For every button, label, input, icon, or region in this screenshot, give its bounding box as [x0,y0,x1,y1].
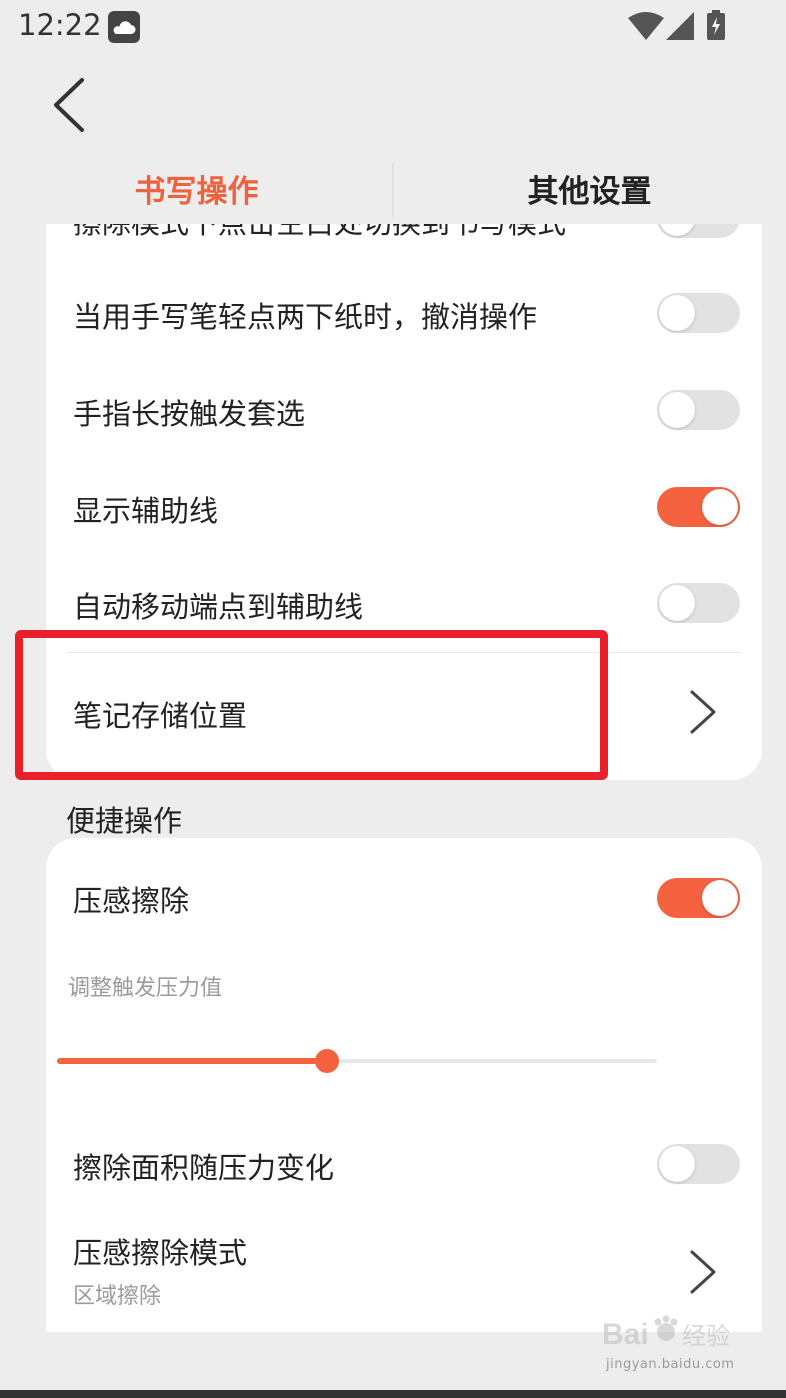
status-time: 12:22 [18,8,102,42]
setting-label-snap-to-guides: 自动移动端点到辅助线 [73,590,364,624]
tab-other-settings[interactable]: 其他设置 [393,160,786,224]
weather-cloud-icon [108,11,140,43]
setting-label-show-guides: 显示辅助线 [73,494,219,528]
quick-operations-card: 压感擦除 调整触发压力值 擦除面积随压力变化 压感擦除模式 区域擦除 [46,838,762,1332]
pressure-threshold-slider[interactable] [57,1046,657,1076]
highlight-box [15,630,608,780]
toggle-snap-to-guides[interactable] [657,583,740,623]
setting-label-area-varies-with-pressure: 擦除面积随压力变化 [73,1151,335,1185]
setting-label-pressure-erase: 压感擦除 [73,884,190,918]
slider-fill [57,1058,327,1064]
back-button[interactable] [46,72,102,138]
baidu-watermark-logo: Bai 经验 [600,1310,750,1360]
svg-text:经验: 经验 [682,1322,730,1350]
toggle-long-press-lasso[interactable] [657,390,740,430]
toggle-pressure-erase[interactable] [657,878,740,918]
tab-divider [392,163,394,217]
setting-label-long-press-lasso: 手指长按触发套选 [73,397,306,431]
back-arrow-icon [54,78,84,132]
setting-label-double-tap-undo: 当用手写笔轻点两下纸时，撤消操作 [73,300,538,334]
signal-icon [666,12,694,40]
section-header-quick-operations: 便捷操作 [66,804,183,838]
toggle-double-tap-undo[interactable] [657,293,740,333]
pressure-erase-mode-value: 区域擦除 [73,1284,162,1309]
pressure-erase-mode-label: 压感擦除模式 [73,1236,248,1270]
pressure-erase-mode-row[interactable]: 压感擦除模式 区域擦除 [73,1230,753,1320]
slider-thumb[interactable] [315,1049,339,1073]
toggle-area-varies-with-pressure[interactable] [657,1144,740,1184]
svg-text:Bai: Bai [602,1318,649,1351]
bottom-edge-bar [0,1390,786,1398]
tab-writing-operations[interactable]: 书写操作 [0,160,393,224]
setting-label-eraser-tap-switch: 擦除模式下点击空白处切换到书写模式 [73,224,566,242]
baidu-watermark-url: jingyan.baidu.com [606,1357,735,1372]
toggle-eraser-tap-switch[interactable] [657,224,740,238]
chevron-right-icon [686,1242,722,1302]
chevron-right-icon [686,682,722,742]
wifi-icon [628,12,664,40]
battery-charging-icon [707,10,725,40]
slider-caption-pressure-threshold: 调整触发压力值 [68,976,223,1001]
toggle-show-guides[interactable] [657,487,740,527]
